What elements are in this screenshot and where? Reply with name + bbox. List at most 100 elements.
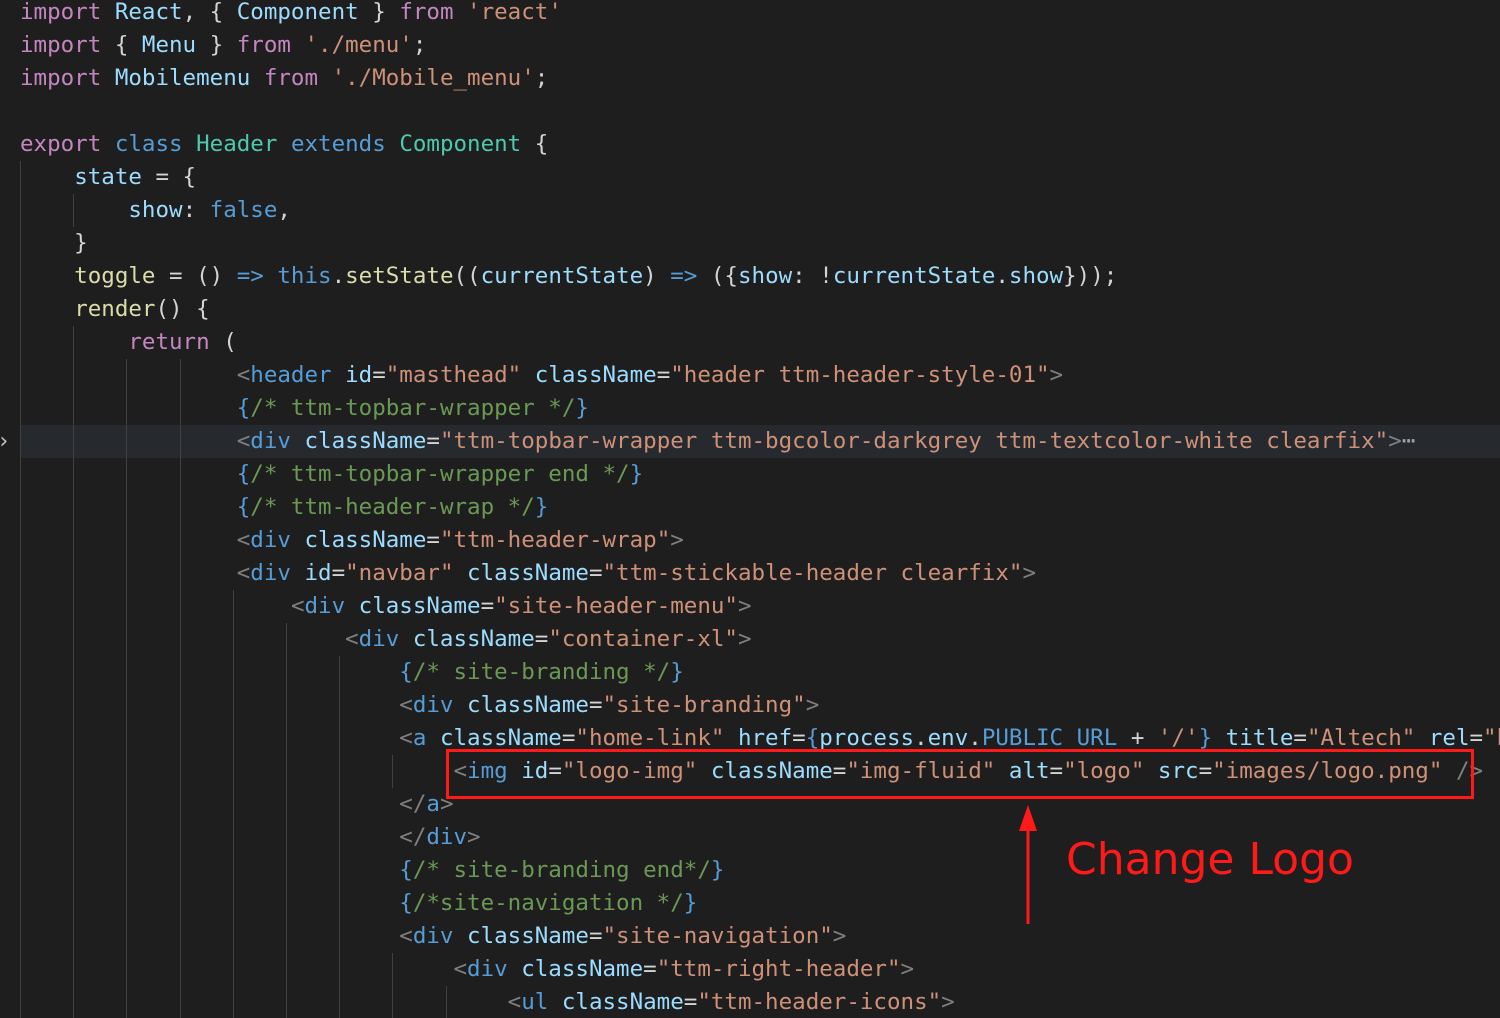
code-line[interactable]: {/* ttm-topbar-wrapper */}	[20, 392, 589, 425]
code-line[interactable]: <div className="site-header-menu">	[20, 590, 752, 623]
code-token: className	[439, 725, 562, 751]
code-token: <	[399, 692, 413, 718]
code-line[interactable]: return (	[20, 326, 236, 359]
code-line[interactable]: render() {	[20, 293, 210, 326]
code-token: "navbar"	[345, 560, 454, 586]
code-token: className	[561, 989, 684, 1015]
code-token: =	[480, 593, 495, 619]
code-token: div	[304, 593, 346, 619]
code-token: toggle	[74, 263, 156, 289]
code-line[interactable]: toggle = () => this.setState((currentSta…	[20, 260, 1117, 293]
code-line[interactable]: {/* site-branding */}	[20, 656, 683, 689]
code-token: =	[588, 923, 603, 949]
code-token: =	[426, 527, 440, 553]
code-token: () {	[155, 296, 210, 322]
code-token: =	[1469, 725, 1484, 751]
code-line[interactable]: <div className="ttm-right-header">	[20, 953, 914, 986]
code-line[interactable]: <header id="masthead" className="header …	[20, 359, 1063, 392]
code-token: }	[629, 461, 644, 487]
code-token: extends	[290, 131, 386, 157]
code-token: ⋯	[1401, 428, 1416, 454]
code-token: <	[236, 527, 251, 553]
code-token: div	[412, 692, 454, 718]
code-token: {	[399, 857, 413, 883]
code-line[interactable]: {/* site-branding end*/}	[20, 854, 724, 887]
code-token: {	[236, 395, 251, 421]
code-token: "site-navigation"	[602, 923, 833, 949]
code-token: className	[521, 956, 644, 982]
code-line[interactable]: <ul className="ttm-header-icons">	[20, 986, 955, 1018]
fold-chevron-icon[interactable]: ›	[0, 425, 10, 458]
code-token: Header	[196, 131, 278, 157]
code-token: =	[588, 560, 603, 586]
code-line[interactable]: }	[20, 227, 88, 260]
code-token: <	[345, 626, 359, 652]
code-line[interactable]: <div className="ttm-header-wrap">	[20, 524, 684, 557]
code-token: = {	[141, 164, 197, 190]
code-token: show	[1008, 263, 1064, 289]
code-token: {	[805, 725, 820, 751]
code-token: process	[819, 725, 915, 751]
code-token: >	[670, 527, 684, 553]
code-token: /* ttm-topbar-wrapper */	[250, 395, 576, 421]
code-token: /* site-branding */	[412, 659, 671, 685]
code-token: className	[304, 428, 427, 454]
code-line[interactable]: {/* ttm-header-wrap */}	[20, 491, 549, 524]
code-line[interactable]: <div id="navbar" className="ttm-stickabl…	[20, 557, 1036, 590]
code-token: Menu	[141, 32, 197, 58]
code-line[interactable]: state = {	[20, 161, 196, 194]
code-line[interactable]: </div>	[20, 821, 480, 854]
code-token: header	[250, 362, 332, 388]
code-token: ({	[697, 263, 738, 289]
code-line[interactable]: export class Header extends Component {	[20, 128, 548, 161]
code-line[interactable]: <div className="ttm-topbar-wrapper ttm-b…	[20, 425, 1416, 458]
code-token: =	[331, 560, 346, 586]
code-token: currentState	[832, 263, 996, 289]
code-token: this	[277, 263, 332, 289]
code-line[interactable]: </a>	[20, 788, 453, 821]
code-line[interactable]: import React, { Component } from 'react'	[20, 0, 562, 29]
code-line[interactable]: show: false,	[20, 194, 291, 227]
code-line[interactable]: <div className="site-branding">	[20, 689, 819, 722]
code-token: "container-xl"	[548, 626, 738, 652]
code-line[interactable]: <div className="container-xl">	[20, 623, 751, 656]
code-token: <	[236, 362, 251, 388]
code-token: <	[399, 923, 413, 949]
code-token: >	[1022, 560, 1036, 586]
code-token: rel	[1428, 725, 1470, 751]
code-token: './Mobile_menu'	[331, 65, 535, 91]
code-token: "header ttm-header-style-01"	[670, 362, 1050, 388]
code-line[interactable]: <div className="site-navigation">	[20, 920, 846, 953]
code-token: div	[426, 824, 468, 850]
code-token: ;	[534, 65, 549, 91]
code-token: </	[399, 824, 427, 850]
code-token: className	[467, 560, 589, 586]
code-line[interactable]: {/*site-navigation */}	[20, 887, 697, 920]
code-token: div	[250, 428, 291, 454]
code-token: Component	[399, 131, 522, 157]
code-line[interactable]: {/* ttm-topbar-wrapper end */}	[20, 458, 643, 491]
code-token: >	[900, 956, 915, 982]
code-token: =	[643, 956, 657, 982]
code-token: >	[737, 593, 752, 619]
code-line[interactable]: import Mobilemenu from './Mobile_menu';	[20, 62, 548, 95]
code-editor[interactable]: › import React, { Component } from 'reac…	[0, 0, 1500, 1018]
code-line[interactable]: import { Menu } from './menu';	[20, 29, 426, 62]
code-token: div	[250, 560, 291, 586]
